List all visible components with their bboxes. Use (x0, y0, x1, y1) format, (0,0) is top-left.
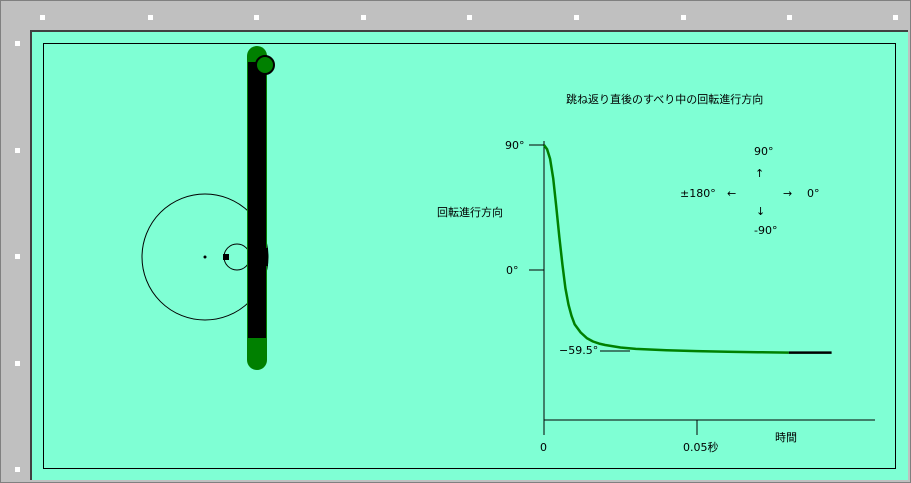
compass-up-label: 90° (754, 145, 774, 158)
direction-compass: 90° ↑ ±180° ← → 0° ↓ -90° (680, 145, 820, 237)
y-axis-label: 回転進行方向 (437, 205, 503, 219)
x-axis-label: 時間 (775, 431, 797, 444)
center-dot (203, 255, 207, 259)
x-tick-label-0: 0 (540, 441, 547, 454)
chart-title: 跳ね返り直後のすべり中の回転進行方向 (566, 92, 763, 106)
y-tick-label-0: 0° (506, 264, 519, 277)
compass-down-label: -90° (754, 224, 777, 237)
compass-down-arrow: ↓ (756, 205, 765, 218)
cue-illustration (141, 46, 275, 370)
series-line-0 (542, 144, 789, 354)
series-layer (542, 144, 832, 354)
figure-svg: 跳ね返り直後のすべり中の回転進行方向 回転進行方向 時間 90° 0° 0 0.… (141, 46, 875, 454)
compass-up-arrow: ↑ (755, 167, 764, 180)
compass-left-arrow: ← (727, 187, 736, 200)
final-value-annotation: −59.5° (559, 344, 598, 357)
cue-top-cap (255, 55, 275, 75)
cue-tip-marker (264, 248, 268, 266)
contact-point (223, 254, 229, 260)
y-tick-label-90: 90° (505, 139, 525, 152)
compass-right-label: 0° (807, 187, 820, 200)
compass-right-arrow: → (783, 187, 792, 200)
x-tick-label-005: 0.05秒 (683, 440, 719, 454)
chart: 跳ね返り直後のすべり中の回転進行方向 回転進行方向 時間 90° 0° 0 0.… (437, 92, 875, 454)
compass-left-label: ±180° (680, 187, 716, 200)
cue-stick-body (248, 62, 266, 338)
